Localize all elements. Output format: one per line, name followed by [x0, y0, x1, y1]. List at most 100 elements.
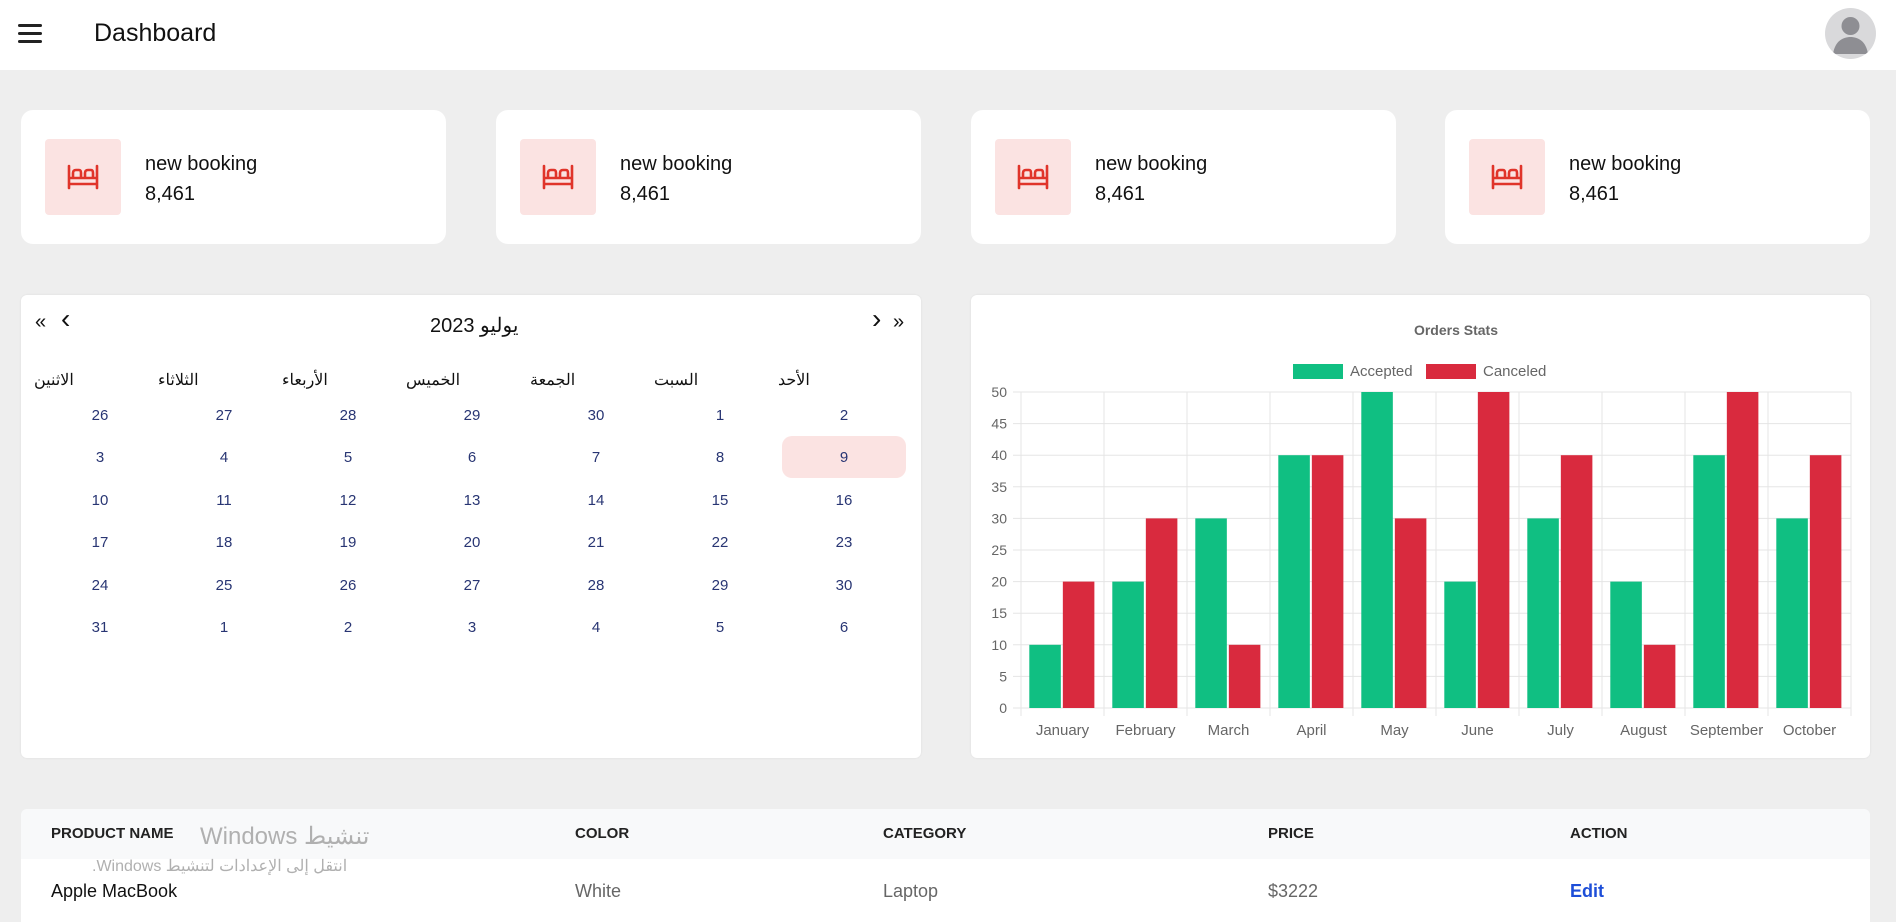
y-tick-label: 0	[999, 700, 1007, 716]
calendar-day[interactable]: 29	[410, 394, 534, 436]
calendar-day[interactable]: 10	[38, 479, 162, 521]
bar-canceled	[1311, 455, 1344, 708]
bar-accepted	[1693, 455, 1725, 708]
stat-label: new booking	[145, 153, 258, 175]
bar-canceled	[1145, 518, 1178, 708]
calendar-day[interactable]: 27	[410, 564, 534, 606]
calendar-day[interactable]: 11	[162, 479, 286, 521]
calendar-title[interactable]: يوليو 2023	[430, 313, 518, 338]
y-tick-label: 15	[991, 605, 1007, 621]
calendar-day[interactable]: 18	[162, 521, 286, 563]
calendar-day[interactable]: 2	[286, 606, 410, 648]
x-tick-label: August	[1620, 722, 1668, 739]
stat-card: new booking 8,461	[21, 110, 446, 244]
bar-accepted	[1195, 518, 1227, 708]
x-tick-label: March	[1208, 722, 1250, 739]
calendar-day[interactable]: 2	[782, 394, 906, 436]
calendar-day[interactable]: 31	[38, 606, 162, 648]
y-tick-label: 40	[991, 447, 1007, 463]
calendar-day[interactable]: 14	[534, 479, 658, 521]
stat-card: new booking 8,461	[971, 110, 1396, 244]
calendar-day[interactable]: 28	[534, 564, 658, 606]
bed-icon	[520, 139, 596, 215]
calendar-day[interactable]: 4	[534, 606, 658, 648]
y-tick-label: 45	[991, 416, 1007, 432]
calendar-day[interactable]: 26	[286, 564, 410, 606]
y-tick-label: 20	[991, 574, 1007, 590]
user-icon	[1833, 17, 1868, 54]
stat-card: new booking 8,461	[1445, 110, 1870, 244]
calendar-day[interactable]: 19	[286, 521, 410, 563]
bar-canceled	[1228, 644, 1261, 708]
legend-label: Accepted	[1350, 363, 1413, 380]
calendar-day[interactable]: 27	[162, 394, 286, 436]
edit-link[interactable]: Edit	[1570, 881, 1604, 902]
cell-category: Laptop	[883, 881, 939, 901]
stat-label: new booking	[1569, 153, 1682, 175]
stat-card: new booking 8,461	[496, 110, 921, 244]
weekday-label: الأربعاء	[282, 372, 328, 389]
calendar-day[interactable]: 13	[410, 479, 534, 521]
calendar-day[interactable]: 12	[286, 479, 410, 521]
calendar-day[interactable]: 30	[534, 394, 658, 436]
chart-title: Orders Stats	[1414, 322, 1498, 338]
stat-label: new booking	[620, 153, 733, 175]
menu-icon[interactable]	[18, 24, 42, 44]
cell-color: White	[575, 881, 622, 901]
prev-month-button[interactable]: ‹	[61, 303, 70, 335]
column-header-price: PRICE	[1268, 825, 1314, 842]
calendar-day[interactable]: 22	[658, 521, 782, 563]
stat-value: 8,461	[1095, 183, 1146, 205]
y-tick-label: 25	[991, 542, 1007, 558]
calendar-day[interactable]: 26	[38, 394, 162, 436]
x-tick-label: October	[1783, 722, 1836, 739]
calendar-day[interactable]: 1	[658, 394, 782, 436]
prev-year-button[interactable]: «	[35, 311, 46, 334]
calendar-day[interactable]: 17	[38, 521, 162, 563]
calendar-day[interactable]: 6	[410, 436, 534, 478]
calendar-day[interactable]: 7	[534, 436, 658, 478]
bar-canceled	[1477, 392, 1510, 708]
x-tick-label: September	[1690, 722, 1763, 739]
column-header-color: COLOR	[575, 825, 630, 842]
cell-product-name: Apple MacBook	[51, 881, 178, 901]
y-tick-label: 30	[991, 510, 1007, 526]
calendar-day[interactable]: 16	[782, 479, 906, 521]
calendar-day[interactable]: 3	[38, 436, 162, 478]
x-tick-label: July	[1547, 722, 1574, 739]
legend-swatch	[1426, 364, 1476, 379]
y-tick-label: 10	[991, 637, 1007, 653]
calendar-day[interactable]: 5	[658, 606, 782, 648]
bar-canceled	[1062, 581, 1095, 708]
calendar-day[interactable]: 15	[658, 479, 782, 521]
calendar-day[interactable]: 6	[782, 606, 906, 648]
x-tick-label: April	[1296, 722, 1326, 739]
next-month-button[interactable]: ›	[872, 303, 881, 335]
column-header-category: CATEGORY	[883, 825, 967, 842]
weekday-label: الجمعة	[530, 372, 576, 389]
legend-swatch	[1293, 364, 1343, 379]
calendar-day[interactable]: 1	[162, 606, 286, 648]
column-header-action: ACTION	[1570, 825, 1628, 842]
calendar-day[interactable]: 3	[410, 606, 534, 648]
calendar-day[interactable]: 30	[782, 564, 906, 606]
bed-icon	[1469, 139, 1545, 215]
calendar-day[interactable]: 8	[658, 436, 782, 478]
calendar-day[interactable]: 5	[286, 436, 410, 478]
calendar-day[interactable]: 29	[658, 564, 782, 606]
avatar[interactable]	[1825, 8, 1876, 59]
next-year-button[interactable]: »	[893, 311, 904, 334]
calendar-day[interactable]: 21	[534, 521, 658, 563]
calendar-day[interactable]: 4	[162, 436, 286, 478]
calendar-day[interactable]: 28	[286, 394, 410, 436]
bar-accepted	[1112, 581, 1144, 708]
weekday-label: الاثنين	[34, 372, 74, 389]
page-title: Dashboard	[94, 19, 217, 47]
calendar-day[interactable]: 25	[162, 564, 286, 606]
calendar-day-selected[interactable]: 9	[782, 436, 906, 478]
calendar-day[interactable]: 23	[782, 521, 906, 563]
calendar-day[interactable]: 24	[38, 564, 162, 606]
calendar-day[interactable]: 20	[410, 521, 534, 563]
bar-canceled	[1394, 518, 1427, 708]
bar-canceled	[1643, 644, 1676, 708]
